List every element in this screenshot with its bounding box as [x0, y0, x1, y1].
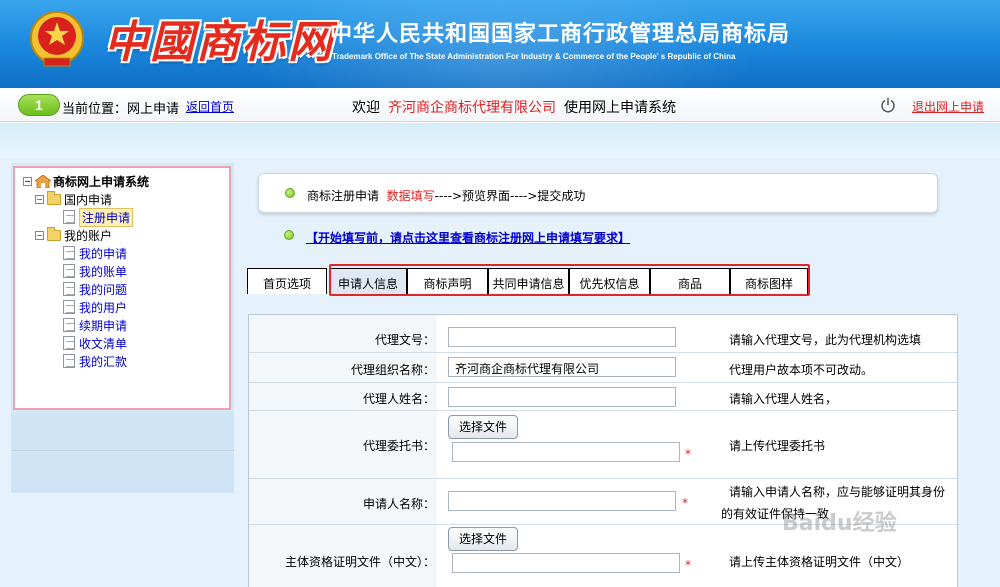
power-icon[interactable] — [880, 97, 896, 113]
company-name: 齐河商企商标代理有限公司 — [388, 100, 556, 116]
tree-link[interactable]: 我的账单 — [79, 263, 127, 280]
tree-item-domestic[interactable]: − 国内申请 — [23, 190, 229, 208]
header-band — [0, 123, 1000, 158]
welcome-suffix: 使用网上申请系统 — [564, 100, 676, 116]
tree-link[interactable]: 我的用户 — [79, 299, 127, 316]
tree-link-register[interactable]: 注册申请 — [79, 207, 134, 227]
form-row-agent-org: 代理组织名称： 齐河商企商标代理有限公司 代理用户故本项不可改动。 — [249, 353, 957, 383]
tree-root-label: 商标网上申请系统 — [53, 174, 150, 189]
page-icon — [63, 264, 75, 278]
collapse-icon[interactable]: − — [23, 176, 32, 186]
tree-link[interactable]: 我的汇款 — [79, 353, 127, 370]
agent-no-label: 代理文号： — [374, 333, 435, 347]
folder-icon — [47, 226, 61, 241]
step-rest: ---->预览界面---->提交成功 — [434, 189, 586, 203]
power-file-field[interactable] — [452, 442, 680, 462]
tree-link[interactable]: 我的申请 — [79, 245, 127, 262]
tree-item-account[interactable]: − 我的账户 — [23, 226, 229, 244]
form-row-power-of-attorney: 代理委托书： 选择文件 * 请上传代理委托书 — [249, 411, 957, 479]
agent-org-input[interactable]: 齐河商企商标代理有限公司 — [448, 357, 676, 377]
steps-text: 商标注册申请 数据填写---->预览界面---->提交成功 — [307, 187, 585, 204]
tree-item-register[interactable]: 注册申请 — [23, 207, 229, 227]
page-icon — [63, 246, 75, 260]
folder-icon — [47, 190, 61, 205]
breadcrumb: 当前位置：网上申请 — [62, 102, 180, 117]
national-emblem-icon — [30, 11, 84, 67]
nav-tree: − 商标网上申请系统 − 国内申请 注册申请 − 我的账户 我的申请 我的账单 … — [13, 166, 231, 410]
tree-root[interactable]: − 商标网上申请系统 — [23, 172, 229, 190]
tree-item[interactable]: 续期申请 — [23, 316, 229, 334]
bullet-icon — [284, 230, 294, 240]
form-row-agent-name: 代理人姓名： 请输入代理人姓名， — [249, 383, 957, 411]
choose-file-button[interactable]: 选择文件 — [448, 527, 519, 551]
nav-bar: 1 当前位置：网上申请 返回首页 欢迎 齐河商企商标代理有限公司 使用网上申请系统 … — [0, 88, 1000, 122]
sidebar-panel — [11, 413, 234, 451]
tree-item-label: 我的账户 — [64, 228, 113, 243]
back-home-link[interactable]: 返回首页 — [186, 98, 234, 115]
choose-file-button[interactable]: 选择文件 — [448, 415, 519, 439]
tree-item[interactable]: 收文清单 — [23, 334, 229, 352]
agent-org-label: 代理组织名称： — [350, 363, 435, 377]
page-icon — [63, 210, 75, 224]
collapse-icon[interactable]: − — [35, 194, 44, 204]
applicant-input[interactable] — [448, 491, 676, 511]
tree-item[interactable]: 我的用户 — [23, 298, 229, 316]
tree-item[interactable]: 我的申请 — [23, 244, 229, 262]
bullet-icon — [285, 188, 295, 198]
requirements-link[interactable]: 【开始填写前，请点击这里查看商标注册网上申请填写要求】 — [306, 229, 630, 246]
required-mark: * — [685, 447, 691, 461]
tree-item-label: 国内申请 — [64, 192, 113, 207]
applicant-hint: 请输入申请人名称，应与能够证明其身份 — [729, 485, 946, 499]
tree-item[interactable]: 我的问题 — [23, 280, 229, 298]
step-active: 数据填写 — [386, 189, 435, 203]
page-icon — [63, 300, 75, 314]
welcome-message: 欢迎 齐河商企商标代理有限公司 使用网上申请系统 — [352, 97, 676, 117]
tree-link[interactable]: 收文清单 — [79, 335, 127, 352]
welcome-prefix: 欢迎 — [352, 100, 380, 116]
agent-name-label: 代理人姓名： — [362, 392, 435, 406]
org-name-en: Trademark Office of The State Administra… — [332, 52, 736, 61]
tree-item[interactable]: 我的账单 — [23, 262, 229, 280]
power-label: 代理委托书： — [362, 439, 435, 453]
form-row-agent-no: 代理文号： 请输入代理文号，此为代理机构选填 — [249, 323, 957, 353]
applicant-form: 代理文号： 请输入代理文号，此为代理机构选填 代理组织名称： 齐河商企商标代理有… — [248, 314, 958, 587]
page-icon — [63, 318, 75, 332]
tree-link[interactable]: 续期申请 — [79, 317, 127, 334]
cert-hint: 请上传主体资格证明文件（中文） — [729, 555, 910, 569]
agent-name-input[interactable] — [448, 387, 676, 407]
site-header: 中國商标网 中华人民共和国国家工商行政管理总局商标局 Trademark Off… — [0, 0, 1000, 88]
required-mark: * — [682, 496, 688, 510]
step-current-section: 商标注册申请 — [307, 189, 380, 203]
applicant-hint-2: 的有效证件保持一致 — [721, 507, 830, 521]
required-mark: * — [685, 558, 691, 572]
power-hint: 请上传代理委托书 — [729, 439, 826, 453]
agent-no-hint: 请输入代理文号，此为代理机构选填 — [729, 333, 922, 347]
agent-no-input[interactable] — [448, 327, 676, 347]
tab-highlight-box — [329, 264, 810, 296]
page-icon — [63, 336, 75, 350]
tree-link[interactable]: 我的问题 — [79, 281, 127, 298]
home-icon — [35, 174, 51, 188]
org-name-cn: 中华人民共和国国家工商行政管理总局商标局 — [330, 22, 791, 47]
location-icon: 1 — [18, 94, 60, 116]
form-row-subject-cert: 主体资格证明文件（中文）： 选择文件 * 请上传主体资格证明文件（中文） — [249, 525, 957, 587]
cert-label: 主体资格证明文件（中文）： — [284, 555, 435, 569]
cert-file-field[interactable] — [452, 553, 680, 573]
sidebar-panel — [11, 452, 234, 492]
tab-home[interactable]: 首页选项 — [247, 268, 327, 294]
site-logo: 中國商标网 — [104, 17, 334, 68]
agent-name-hint: 请输入代理人姓名， — [729, 392, 838, 406]
page-icon — [63, 354, 75, 368]
page-icon — [63, 282, 75, 296]
collapse-icon[interactable]: − — [35, 230, 44, 240]
tree-item[interactable]: 我的汇款 — [23, 352, 229, 370]
logout-link[interactable]: 退出网上申请 — [912, 98, 984, 115]
form-row-applicant-name: 申请人名称： * 请输入申请人名称，应与能够证明其身份 的有效证件保持一致 — [249, 479, 957, 525]
applicant-label: 申请人名称： — [362, 497, 435, 511]
agent-org-hint: 代理用户故本项不可改动。 — [729, 363, 874, 377]
progress-steps: 商标注册申请 数据填写---->预览界面---->提交成功 — [258, 173, 938, 213]
